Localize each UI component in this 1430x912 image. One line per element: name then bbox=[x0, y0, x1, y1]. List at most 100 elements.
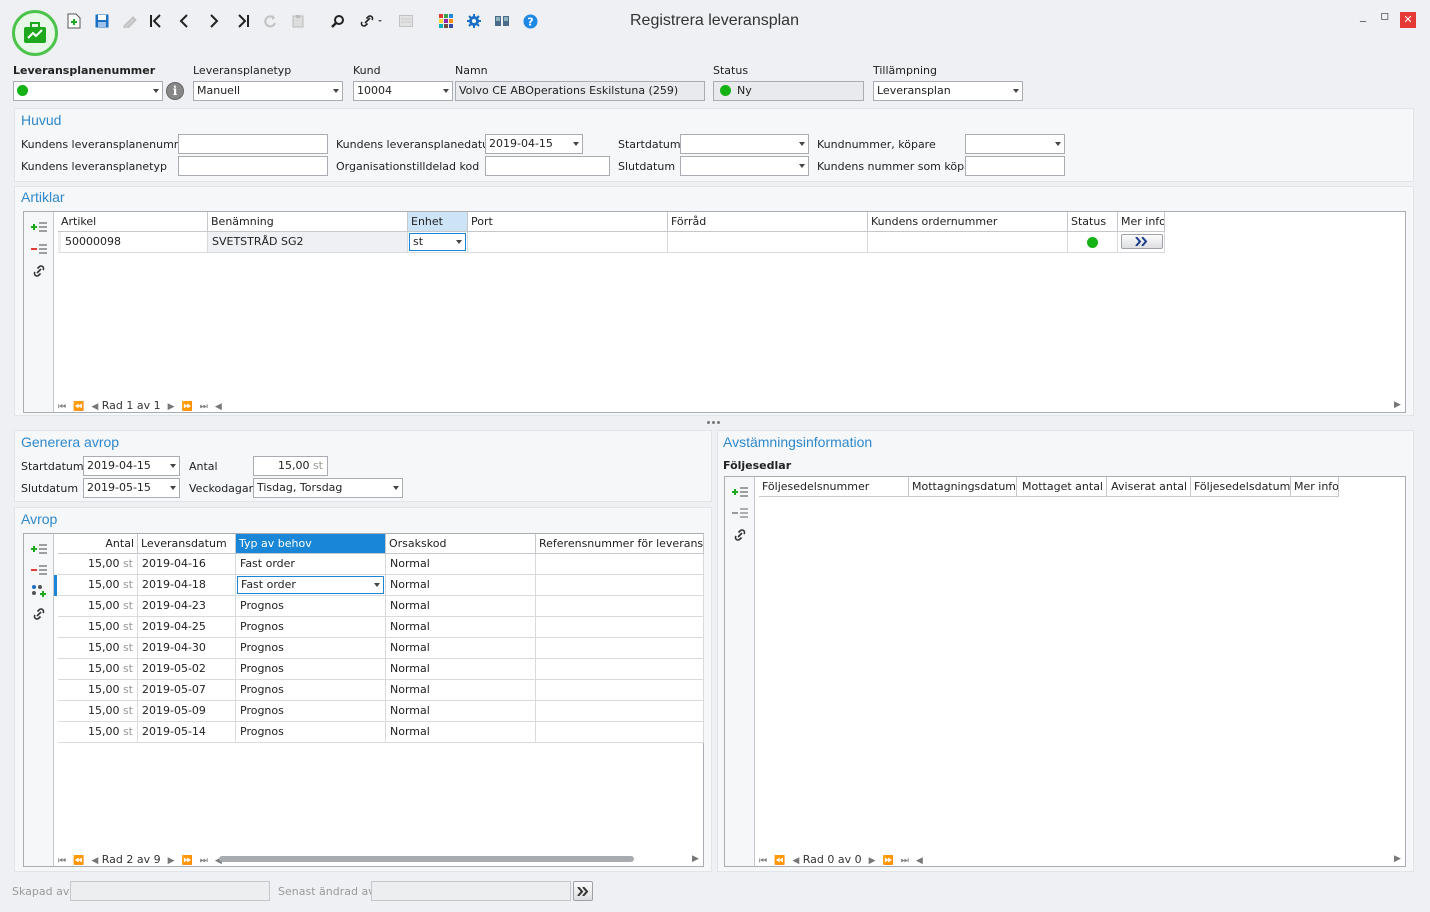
col-leveransdatum[interactable]: Leveransdatum bbox=[138, 534, 236, 554]
plan-number-select[interactable] bbox=[13, 81, 163, 101]
table-row-typ[interactable]: Prognos bbox=[236, 701, 386, 722]
col-enhet[interactable]: Enhet bbox=[408, 212, 468, 232]
last-page-icon[interactable]: ⏭ bbox=[200, 402, 208, 412]
link-icon[interactable] bbox=[29, 262, 49, 280]
add-row-icon[interactable] bbox=[29, 540, 49, 558]
link-icon[interactable] bbox=[730, 526, 750, 544]
table-row-datum[interactable]: 2019-05-02 bbox=[138, 659, 236, 680]
table-row-orsak[interactable]: Normal bbox=[386, 638, 536, 659]
link-icon[interactable] bbox=[356, 10, 386, 32]
table-row-antal[interactable]: 15,00 st bbox=[58, 680, 138, 701]
table-row-antal[interactable]: 15,00 st bbox=[58, 617, 138, 638]
remove-row-icon[interactable] bbox=[730, 504, 750, 522]
table-row-ref[interactable] bbox=[536, 617, 704, 638]
prev-page-icon[interactable]: ◀ bbox=[91, 402, 98, 412]
table-row-ref[interactable] bbox=[536, 596, 704, 617]
table-row-typ[interactable]: Fast order bbox=[236, 554, 386, 575]
settings-icon[interactable] bbox=[463, 10, 485, 32]
col-foljesedelsdatum[interactable]: Följesedelsdatum bbox=[1191, 477, 1291, 497]
next-page-fast-icon[interactable]: ⏩ bbox=[182, 402, 193, 412]
start-date-field[interactable] bbox=[680, 134, 809, 154]
add-row-icon[interactable] bbox=[29, 218, 49, 236]
application-select[interactable]: Leveransplan bbox=[873, 81, 1023, 101]
col-status[interactable]: Status bbox=[1068, 212, 1118, 232]
scroll-right-icon[interactable]: ▶ bbox=[1394, 854, 1401, 864]
table-row-artikel[interactable]: 50000098 bbox=[58, 232, 208, 253]
next-page-icon[interactable]: ▶ bbox=[869, 856, 876, 866]
more-info-button[interactable] bbox=[1121, 234, 1163, 249]
splitter-handle[interactable] bbox=[707, 421, 721, 425]
col-artikel[interactable]: Artikel bbox=[58, 212, 208, 232]
col-kundens-ordernummer[interactable]: Kundens ordernummer bbox=[868, 212, 1068, 232]
refresh-icon[interactable] bbox=[259, 10, 281, 32]
previous-record-icon[interactable] bbox=[173, 10, 195, 32]
apps-grid-icon[interactable] bbox=[435, 10, 457, 32]
prev-page-icon[interactable]: ◀ bbox=[91, 856, 98, 866]
first-record-icon[interactable] bbox=[145, 10, 167, 32]
save-icon[interactable] bbox=[91, 10, 113, 32]
table-row-benamning[interactable]: SVETSTRÅD SG2 bbox=[208, 232, 408, 253]
horizontal-scrollbar-thumb[interactable] bbox=[219, 856, 634, 862]
col-foljesedelsnummer[interactable]: Följesedelsnummer bbox=[759, 477, 909, 497]
table-row-forrad[interactable] bbox=[668, 232, 868, 253]
table-row-antal[interactable]: 15,00 st bbox=[58, 722, 138, 743]
table-row-port[interactable] bbox=[468, 232, 668, 253]
cust-number-buyer-field[interactable] bbox=[965, 156, 1065, 176]
first-page-icon[interactable]: ⏮ bbox=[58, 856, 66, 866]
generera-start-field[interactable]: 2019-04-15 bbox=[83, 456, 180, 476]
minimize-button[interactable]: _ bbox=[1360, 8, 1366, 22]
col-mottagningsdatum[interactable]: Mottagningsdatum bbox=[909, 477, 1017, 497]
table-row-ref[interactable] bbox=[536, 575, 704, 596]
col-orsakskod[interactable]: Orsakskod bbox=[386, 534, 536, 554]
prev-page-fast-icon[interactable]: ⏪ bbox=[73, 856, 84, 866]
table-row-typ[interactable]: Prognos bbox=[236, 722, 386, 743]
col-mer-info[interactable]: Mer info bbox=[1291, 477, 1339, 497]
table-row-datum[interactable]: 2019-04-23 bbox=[138, 596, 236, 617]
maximize-button[interactable]: ▫ bbox=[1380, 8, 1390, 24]
first-page-icon[interactable]: ⏮ bbox=[759, 856, 767, 866]
cust-plan-number-field[interactable] bbox=[178, 134, 328, 154]
window-icon[interactable] bbox=[395, 10, 417, 32]
prev-page-icon[interactable]: ◀ bbox=[792, 856, 799, 866]
new-document-icon[interactable] bbox=[63, 10, 85, 32]
col-mer-info[interactable]: Mer info bbox=[1118, 212, 1165, 232]
cust-plan-date-field[interactable]: 2019-04-15 bbox=[485, 134, 583, 154]
table-row-typ[interactable]: Prognos bbox=[236, 680, 386, 701]
table-row-typ[interactable]: Prognos bbox=[236, 596, 386, 617]
info-icon[interactable]: i bbox=[166, 82, 184, 100]
table-row-antal[interactable]: 15,00 st bbox=[58, 638, 138, 659]
col-benamning[interactable]: Benämning bbox=[208, 212, 408, 232]
table-row-datum[interactable]: 2019-05-07 bbox=[138, 680, 236, 701]
table-row-ordernummer[interactable] bbox=[868, 232, 1068, 253]
table-row-datum[interactable]: 2019-04-16 bbox=[138, 554, 236, 575]
next-record-icon[interactable] bbox=[203, 10, 225, 32]
cust-plan-type-field[interactable] bbox=[178, 156, 328, 176]
typ-av-behov-select[interactable]: Fast order bbox=[237, 576, 384, 594]
last-page-icon[interactable]: ⏭ bbox=[200, 856, 208, 866]
table-row-typ[interactable]: Prognos bbox=[236, 617, 386, 638]
table-row-datum[interactable]: 2019-04-30 bbox=[138, 638, 236, 659]
table-row-antal[interactable]: 15,00 st bbox=[58, 701, 138, 722]
table-row-antal[interactable]: 15,00 st bbox=[58, 596, 138, 617]
table-row-ref[interactable] bbox=[536, 554, 704, 575]
next-page-fast-icon[interactable]: ⏩ bbox=[883, 856, 894, 866]
last-page-icon[interactable]: ⏭ bbox=[901, 856, 909, 866]
col-forrad[interactable]: Förråd bbox=[668, 212, 868, 232]
scroll-right-icon[interactable]: ▶ bbox=[692, 854, 699, 864]
help-icon[interactable]: ? bbox=[519, 10, 541, 32]
org-code-field[interactable] bbox=[485, 156, 610, 176]
table-row-enhet[interactable]: st bbox=[408, 232, 468, 253]
generera-end-field[interactable]: 2019-05-15 bbox=[83, 478, 180, 498]
col-typ-av-behov[interactable]: Typ av behov bbox=[236, 534, 386, 554]
first-page-icon[interactable]: ⏮ bbox=[58, 402, 66, 412]
close-button[interactable]: ✕ bbox=[1400, 12, 1416, 28]
table-row-ref[interactable] bbox=[536, 680, 704, 701]
col-referensnummer[interactable]: Referensnummer för leverans bbox=[536, 534, 704, 554]
book-icon[interactable] bbox=[491, 10, 513, 32]
scroll-left-icon[interactable]: ◀ bbox=[916, 856, 923, 866]
next-page-fast-icon[interactable]: ⏩ bbox=[182, 856, 193, 866]
remove-row-icon[interactable] bbox=[29, 561, 49, 579]
table-row-typ[interactable]: Prognos bbox=[236, 638, 386, 659]
col-port[interactable]: Port bbox=[468, 212, 668, 232]
col-antal[interactable]: Antal bbox=[58, 534, 138, 554]
